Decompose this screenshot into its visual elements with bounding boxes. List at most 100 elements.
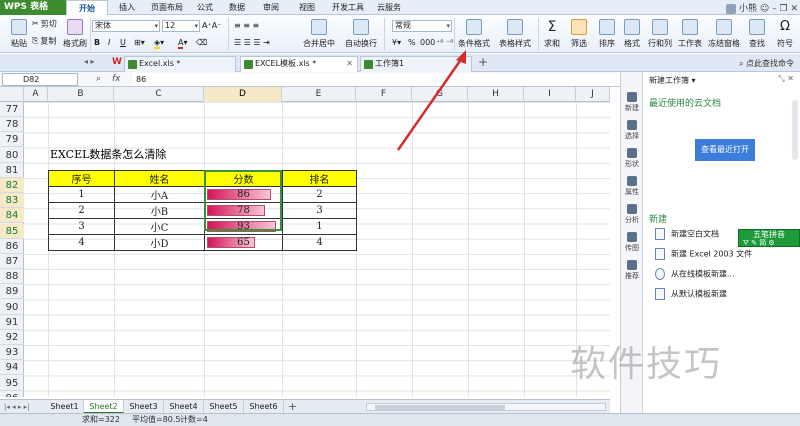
cell-name[interactable]: 小C xyxy=(114,218,205,235)
align-left-icons[interactable]: ☰ ☰ ☰ ⇥ xyxy=(234,37,270,49)
underline-button[interactable]: U xyxy=(120,37,126,49)
column-header-d[interactable]: D xyxy=(204,87,282,102)
menu-data[interactable]: 数据 xyxy=(222,0,252,15)
ime-toolbar[interactable]: 五笔拼音 ⛛ ✎ 简 ⚙ xyxy=(738,229,800,247)
new-blank-doc[interactable]: 新建空白文档 xyxy=(655,228,719,241)
menu-view[interactable]: 视图 xyxy=(292,0,322,15)
menu-review[interactable]: 审阅 xyxy=(256,0,286,15)
pin-close-icon[interactable]: ⤡ ✕ xyxy=(778,74,794,84)
fx-icon[interactable]: fx xyxy=(112,72,121,87)
row-header-94[interactable]: 94 xyxy=(0,360,24,376)
side-tool-0[interactable]: 新建 xyxy=(621,90,643,116)
restore-icon[interactable]: ❐ xyxy=(780,4,788,14)
sheet-tab-4[interactable]: Sheet4 xyxy=(164,400,204,414)
worksheet-button[interactable]: 工作表 xyxy=(676,17,704,51)
doc-tab-excel[interactable]: Excel.xls * xyxy=(124,56,236,72)
row-header-83[interactable]: 83 xyxy=(0,193,24,209)
filter-button[interactable]: 筛选 xyxy=(566,17,592,51)
cell-score[interactable]: 65 xyxy=(204,234,283,251)
cell-no[interactable]: 2 xyxy=(48,202,115,219)
title-cell[interactable]: EXCEL数据条怎么清除 xyxy=(50,147,166,162)
row-header-91[interactable]: 91 xyxy=(0,315,24,330)
doc-tab-excel-template[interactable]: EXCEL模板.xls * ✕ xyxy=(240,56,358,72)
sheet-tab-5[interactable]: Sheet5 xyxy=(204,400,244,414)
font-color-icon[interactable]: A▾ xyxy=(178,37,188,49)
tab-close-icon[interactable]: ✕ xyxy=(346,57,353,71)
add-sheet-icon[interactable]: + xyxy=(288,400,297,413)
column-header-f[interactable]: F xyxy=(356,87,412,102)
row-header-77[interactable]: 77 xyxy=(0,102,24,117)
cell-rank[interactable]: 3 xyxy=(282,202,357,219)
row-header-92[interactable]: 92 xyxy=(0,330,24,345)
cell-name[interactable]: 小B xyxy=(114,202,205,219)
side-tool-4[interactable]: 分析 xyxy=(621,202,643,228)
grow-font-icon[interactable]: A⁺A⁻ xyxy=(202,20,221,32)
row-header-95[interactable]: 95 xyxy=(0,376,24,391)
row-header-87[interactable]: 87 xyxy=(0,254,24,269)
format-painter-button[interactable]: 格式刷 xyxy=(58,17,92,51)
row-header-79[interactable]: 79 xyxy=(0,132,24,148)
align-top-icons[interactable]: ≡ ≡ ≡ xyxy=(234,20,259,32)
cell-area[interactable]: EXCEL数据条怎么清除 序号 姓名 分数 排名 1 小A 86 2 2 小B xyxy=(24,102,610,397)
row-header-82[interactable]: 82 xyxy=(0,178,24,193)
column-header-c[interactable]: C xyxy=(114,87,204,102)
number-format-select[interactable]: 常规 xyxy=(392,20,452,32)
new-from-online-template[interactable]: 从在线模板新建... xyxy=(655,268,735,281)
font-name-select[interactable]: 宋体 xyxy=(92,20,160,32)
fill-color-icon[interactable]: ◈▾ xyxy=(154,37,164,49)
cell-score[interactable]: 78 xyxy=(204,202,283,219)
zoom-search-icon[interactable]: ⌕ xyxy=(96,72,101,87)
currency-icon[interactable]: ¥▾ xyxy=(392,37,401,49)
cut-button[interactable]: ✂ 剪切 xyxy=(32,18,57,31)
user-name[interactable]: 小熊 xyxy=(739,4,757,14)
copy-button[interactable]: ⎘ 复制 xyxy=(32,35,56,48)
row-header-86[interactable]: 86 xyxy=(0,239,24,254)
new-excel-2003[interactable]: 新建 Excel 2003 文件 xyxy=(655,248,752,261)
ime-icons[interactable]: ⛛ ✎ 简 ⚙ xyxy=(743,239,775,247)
cell-name[interactable]: 小A xyxy=(114,186,205,203)
paste-button[interactable]: 粘贴 xyxy=(2,17,36,51)
cell-rank[interactable]: 1 xyxy=(282,218,357,235)
font-size-select[interactable]: 12 xyxy=(162,20,200,32)
formula-input[interactable]: 86 xyxy=(132,73,620,86)
horizontal-scrollbar[interactable] xyxy=(366,403,606,411)
side-tool-5[interactable]: 传图 xyxy=(621,230,643,256)
side-tool-2[interactable]: 形状 xyxy=(621,146,643,172)
sheet-tab-2[interactable]: Sheet2 xyxy=(84,400,124,414)
menu-insert[interactable]: 插入 xyxy=(112,0,142,15)
cell-no[interactable]: 4 xyxy=(48,234,115,251)
decimal-icons[interactable]: ⁺⁰ ⁻⁰ xyxy=(436,37,453,49)
row-header-90[interactable]: 90 xyxy=(0,300,24,315)
wrap-text-button[interactable]: 自动换行 xyxy=(340,17,382,51)
row-header-88[interactable]: 88 xyxy=(0,269,24,285)
column-header-h[interactable]: H xyxy=(468,87,524,102)
sheet-nav-icons[interactable]: |◂ ◂ ▸ ▸| xyxy=(4,400,29,414)
cell-score[interactable]: 93 xyxy=(204,218,283,235)
close-icon[interactable]: ✕ xyxy=(790,4,798,14)
italic-button[interactable]: I xyxy=(108,37,110,49)
sheet-tab-3[interactable]: Sheet3 xyxy=(124,400,164,414)
doc-tab-workbook1[interactable]: 工作簿1 xyxy=(360,56,472,72)
row-header-78[interactable]: 78 xyxy=(0,117,24,133)
menu-cloud[interactable]: 云服务 xyxy=(372,0,406,15)
column-header-g[interactable]: G xyxy=(412,87,468,102)
pane-scrollbar[interactable] xyxy=(792,100,798,160)
row-header-84[interactable]: 84 xyxy=(0,208,24,224)
task-pane-title[interactable]: 新建工作簿 ▾ xyxy=(649,75,696,86)
scrollbar-thumb[interactable] xyxy=(375,405,505,410)
row-header-85[interactable]: 85 xyxy=(0,223,24,239)
side-tool-1[interactable]: 选择 xyxy=(621,118,643,144)
new-from-default-template[interactable]: 从默认模板新建 xyxy=(655,288,727,301)
open-recent-button[interactable]: 查看最近打开 xyxy=(695,139,755,161)
cell-rank[interactable]: 4 xyxy=(282,234,357,251)
sheet-tab-6[interactable]: Sheet6 xyxy=(244,400,284,414)
header-cell-name[interactable]: 姓名 xyxy=(114,170,205,187)
name-box[interactable]: D82 xyxy=(2,73,78,86)
header-cell-rank[interactable]: 排名 xyxy=(282,170,357,187)
clear-format-icon[interactable]: ⌫ xyxy=(196,37,207,49)
cell-score[interactable]: 86 xyxy=(204,186,283,203)
cell-rank[interactable]: 2 xyxy=(282,186,357,203)
row-col-button[interactable]: 行和列 xyxy=(646,17,674,51)
side-tool-3[interactable]: 属性 xyxy=(621,174,643,200)
column-header-a[interactable]: A xyxy=(24,87,48,102)
